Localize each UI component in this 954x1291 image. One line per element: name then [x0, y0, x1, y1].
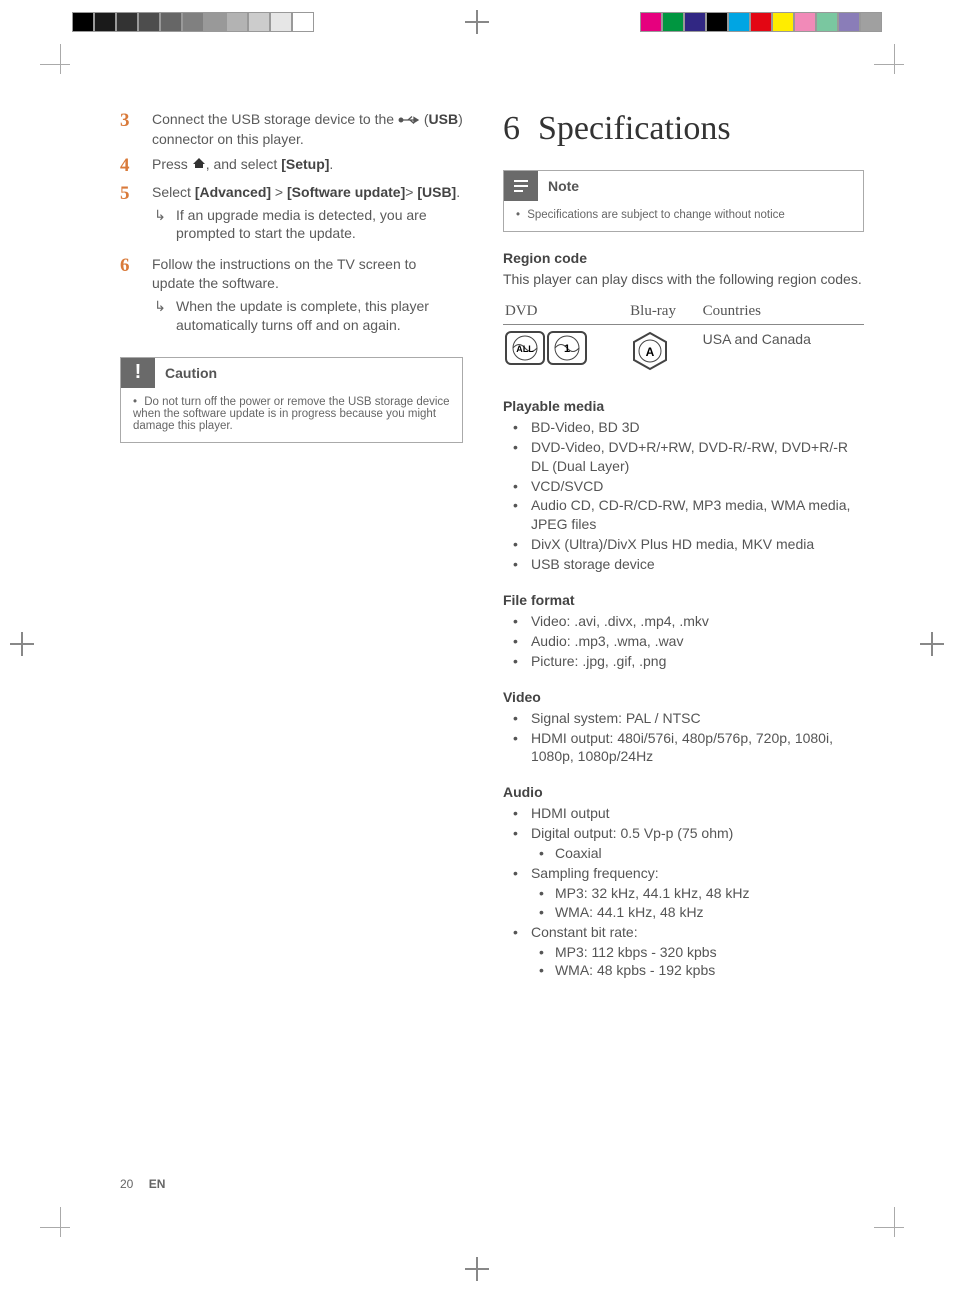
caution-box: ! Caution Do not turn off the power or r…	[120, 357, 463, 443]
note-box: Note Specifications are subject to chang…	[503, 170, 864, 232]
spec-item: DVD-Video, DVD+R/+RW, DVD-R/-RW, DVD+R/-…	[503, 438, 864, 476]
spec-item: BD-Video, BD 3D	[503, 418, 864, 437]
right-column: 6Specifications Note Specifications are …	[503, 110, 864, 1181]
spec-item: USB storage device	[503, 555, 864, 574]
crosshair-icon	[10, 632, 34, 656]
spec-item: VCD/SVCD	[503, 477, 864, 496]
spec-subitem: WMA: 44.1 kHz, 48 kHz	[531, 903, 864, 922]
dvd-region-all-icon: ALL	[505, 331, 545, 368]
home-icon	[192, 155, 206, 174]
spec-list: Video: .avi, .divx, .mp4, .mkvAudio: .mp…	[503, 612, 864, 671]
svg-text:A: A	[646, 345, 655, 359]
step-6: 6 Follow the instructions on the TV scre…	[120, 255, 463, 335]
spec-subitem: MP3: 112 kbps - 320 kpbs	[531, 943, 864, 962]
left-column: 3 Connect the USB storage device to the …	[120, 110, 463, 1181]
crosshair-icon	[465, 10, 489, 34]
step-5: 5 Select [Advanced] > [Software update]>…	[120, 183, 463, 244]
spec-item: Audio: .mp3, .wma, .wav	[503, 632, 864, 651]
color-bar-cmyk	[640, 12, 882, 32]
spec-heading: Playable media	[503, 398, 864, 414]
color-bar-gray	[72, 12, 314, 32]
spec-subitem: MP3: 32 kHz, 44.1 kHz, 48 kHz	[531, 884, 864, 903]
note-icon	[504, 171, 538, 201]
spec-item: Video: .avi, .divx, .mp4, .mkv	[503, 612, 864, 631]
region-table: DVD Blu-ray Countries ALL 1 A USA and Ca…	[503, 299, 864, 380]
spec-heading: File format	[503, 592, 864, 608]
spec-heading: Video	[503, 689, 864, 705]
svg-text:ALL: ALL	[516, 344, 534, 354]
spec-item: DivX (Ultra)/DivX Plus HD media, MKV med…	[503, 535, 864, 554]
spec-item: Constant bit rate:MP3: 112 kbps - 320 kp…	[503, 923, 864, 981]
crop-mark	[40, 44, 80, 84]
region-code-heading: Region code	[503, 250, 864, 266]
crosshair-icon	[920, 632, 944, 656]
crop-mark	[40, 1207, 80, 1247]
step-4: 4 Press , and select [Setup].	[120, 155, 463, 177]
spec-item: Digital output: 0.5 Vp-p (75 ohm)Coaxial	[503, 824, 864, 863]
spec-item: Signal system: PAL / NTSC	[503, 709, 864, 728]
usb-icon	[398, 111, 420, 130]
spec-list: BD-Video, BD 3DDVD-Video, DVD+R/+RW, DVD…	[503, 418, 864, 574]
spec-subitem: Coaxial	[531, 844, 864, 863]
spec-subitem: WMA: 48 kpbs - 192 kpbs	[531, 961, 864, 980]
spec-item: Picture: .jpg, .gif, .png	[503, 652, 864, 671]
svg-text:1: 1	[564, 343, 570, 355]
spec-item: HDMI output: 480i/576i, 480p/576p, 720p,…	[503, 729, 864, 767]
spec-list: HDMI outputDigital output: 0.5 Vp-p (75 …	[503, 804, 864, 980]
bluray-region-a-icon: A	[630, 358, 670, 374]
spec-list: Signal system: PAL / NTSCHDMI output: 48…	[503, 709, 864, 767]
crop-mark	[874, 1207, 914, 1247]
step-3: 3 Connect the USB storage device to the …	[120, 110, 463, 149]
result-arrow-icon: ↳	[152, 206, 168, 244]
dvd-region-1-icon: 1	[547, 331, 587, 368]
spec-item: Sampling frequency:MP3: 32 kHz, 44.1 kHz…	[503, 864, 864, 922]
crosshair-icon	[465, 1257, 489, 1281]
result-arrow-icon: ↳	[152, 297, 168, 335]
crop-mark	[874, 44, 914, 84]
spec-item: HDMI output	[503, 804, 864, 823]
spec-item: Audio CD, CD-R/CD-RW, MP3 media, WMA med…	[503, 496, 864, 534]
page-footer: 20 EN	[120, 1177, 165, 1191]
spec-heading: Audio	[503, 784, 864, 800]
caution-icon: !	[121, 358, 155, 388]
chapter-heading: 6Specifications	[503, 110, 864, 148]
